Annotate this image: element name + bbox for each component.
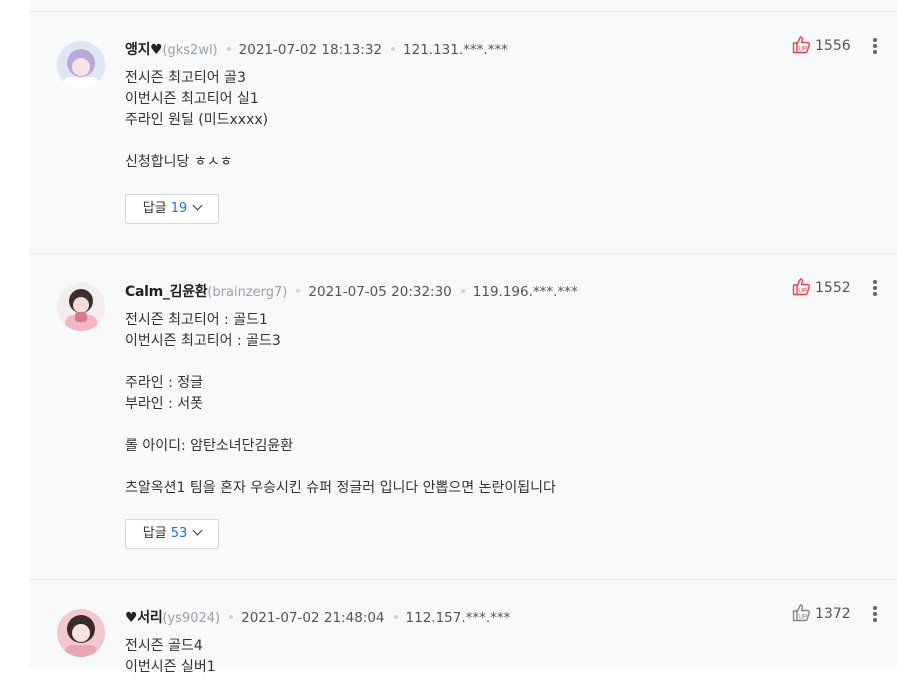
divider	[29, 579, 897, 580]
user-id: (brainzerg7)	[207, 285, 288, 300]
user-id: (ys9024)	[162, 611, 221, 626]
reply-label: 답글	[142, 201, 167, 216]
nickname[interactable]: 앵지♥	[125, 42, 163, 58]
nickname[interactable]: Calm_김윤환	[125, 284, 208, 300]
reply-button[interactable]: 답글 53	[125, 519, 219, 549]
avatar[interactable]	[57, 41, 105, 89]
thumbs-up-icon: UP	[792, 36, 810, 54]
nickname[interactable]: ♥서리	[125, 610, 163, 626]
like-button[interactable]: UP 1556	[792, 36, 851, 56]
divider	[29, 11, 897, 12]
comment-date: 2021-07-02 21:48:04	[241, 610, 385, 626]
reply-count: 19	[170, 201, 188, 216]
comment-date: 2021-07-05 20:32:30	[308, 284, 452, 300]
thumbs-up-icon: UP	[792, 604, 810, 622]
like-count: 1372	[815, 606, 851, 622]
comment-date: 2021-07-02 18:13:32	[238, 42, 383, 58]
separator-dot	[296, 288, 301, 293]
reply-label: 답글	[142, 526, 167, 541]
more-options-icon[interactable]	[869, 278, 881, 298]
reply-button[interactable]: 답글 19	[125, 194, 219, 224]
reply-count: 53	[170, 526, 188, 541]
comment-text: 전시즌 최고티어 : 골드1 이번시즌 최고티어 : 골드3 주라인 : 정글 …	[125, 312, 556, 496]
separator-dot	[460, 288, 465, 293]
like-button[interactable]: UP 1552	[792, 278, 851, 298]
chevron-down-icon	[192, 200, 203, 211]
comment-meta: ♥서리(ys9024) 2021-07-02 21:48:04 112.157.**…	[125, 608, 510, 628]
like-count: 1552	[815, 280, 851, 296]
comment-meta: 앵지♥(gks2wl) 2021-07-02 18:13:32 121.131.**…	[125, 40, 508, 60]
divider	[29, 253, 897, 254]
thumbs-up-icon: UP	[792, 278, 810, 296]
avatar[interactable]	[57, 609, 105, 657]
ip-address: 119.196.***.***	[472, 284, 578, 300]
ip-address: 112.157.***.***	[405, 610, 511, 626]
separator-dot	[391, 46, 396, 51]
svg-text:UP: UP	[798, 45, 807, 52]
chevron-down-icon	[192, 525, 203, 536]
separator-dot	[229, 614, 234, 619]
separator-dot	[393, 614, 398, 619]
comment-text: 전시즌 최고티어 골3 이번시즌 최고티어 실1 주라인 원딜 (미드xxxx)…	[125, 70, 269, 170]
svg-text:UP: UP	[798, 287, 807, 294]
ip-address: 121.131.***.***	[403, 42, 508, 58]
like-count: 1556	[815, 38, 851, 54]
svg-text:UP: UP	[798, 613, 807, 620]
separator-dot	[226, 46, 231, 51]
user-id: (gks2wl)	[162, 43, 218, 58]
comment-meta: Calm_김윤환(brainzerg7) 2021-07-05 20:32:30 1…	[125, 282, 578, 302]
like-button[interactable]: UP 1372	[792, 604, 851, 624]
more-options-icon[interactable]	[869, 36, 881, 56]
comment-text: 전시즌 골드4 이번시즌 실버1	[125, 638, 216, 675]
more-options-icon[interactable]	[869, 604, 881, 624]
avatar[interactable]	[57, 283, 105, 331]
